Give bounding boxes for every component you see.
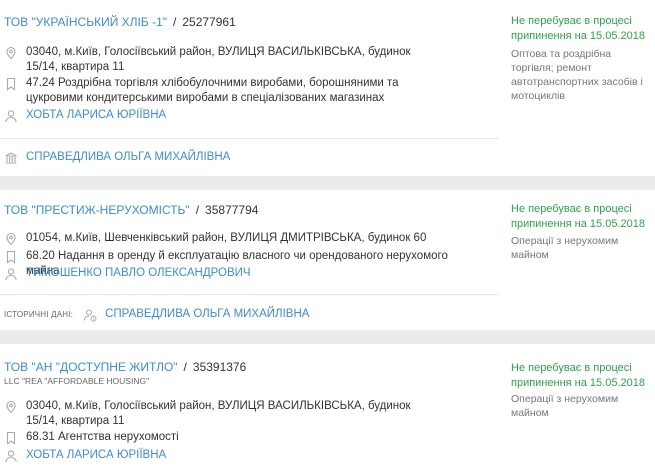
separator-slash: / [195,203,200,217]
card-separator [0,176,655,190]
bank-building-icon [5,151,17,164]
english-name: LLC "REA "AFFORDABLE HOUSING" [4,376,150,386]
company-name-link[interactable]: ТОВ "ПРЕСТИЖ-НЕРУХОМІСТЬ" [4,203,190,217]
historical-row: ІСТОРИЧНІ ДАНІ: СПРАВЕДЛИВА ОЛЬГА МИХАЙЛ… [4,307,309,322]
separator-slash: / [173,15,177,29]
head-person-link[interactable]: ХОБТА ЛАРИСА ЮРІЇВНА [26,108,166,123]
card-separator [0,330,655,344]
location-pin-icon [6,400,16,414]
address-row: 03040, м.Київ, Голосіївський район, ВУЛИ… [4,399,434,429]
address-row: 01054, м.Київ, Шевченківський район, ВУЛ… [4,231,484,246]
activity-text: Оптова та роздрібна торгівля; ремонт авт… [511,48,643,102]
bookmark-icon [6,77,16,91]
company-title: ТОВ "УКРАЇНСЬКИЙ ХЛІБ -1" / 25277961 [4,15,236,29]
address-text: 03040, м.Київ, Голосіївський район, ВУЛИ… [26,46,411,73]
company-code: 35391376 [192,360,247,374]
person-icon [5,450,17,463]
company-card: ТОВ "АН "ДОСТУПНЕ ЖИТЛО" / 35391376 LLC "R… [0,344,655,469]
bookmark-icon [6,431,16,445]
founder-person-link[interactable]: СПРАВЕДЛИВА ОЛЬГА МИХАЙЛІВНА [26,150,230,165]
address-text: 01054, м.Київ, Шевченківський район, ВУЛ… [26,232,427,244]
head-person-link[interactable]: ХОБТА ЛАРИСА ЮРІЇВНА [26,448,166,463]
person-icon [5,110,17,123]
address-text: 03040, м.Київ, Голосіївський район, ВУЛИ… [26,400,411,427]
historical-person-link[interactable]: СПРАВЕДЛИВА ОЛЬГА МИХАЙЛІВНА [105,307,309,322]
kved-row: 68.31 Агентства нерухомості [4,430,434,445]
historical-label: ІСТОРИЧНІ ДАНІ: [4,310,74,319]
activity-text: Операції з нерухомим майном [511,235,619,261]
bookmark-icon [6,250,16,264]
kved-row: 47.24 Роздрібна торгівля хлібобулочними … [4,76,434,106]
company-card: ТОВ "УКРАЇНСЬКИЙ ХЛІБ -1" / 25277961 03040… [0,0,655,176]
head-person-link[interactable]: ТИМОШЕНКО ПАВЛО ОЛЕКСАНДРОВИЧ [26,266,251,281]
company-title: ТОВ "ПРЕСТИЖ-НЕРУХОМІСТЬ" / 35877794 [4,203,258,217]
person-history-icon [84,308,97,321]
address-row: 03040, м.Київ, Голосіївський район, ВУЛИ… [4,45,434,75]
head-row: ТИМОШЕНКО ПАВЛО ОЛЕКСАНДРОВИЧ [4,266,251,281]
kved-text: 68.31 Агентства нерухомості [26,431,179,443]
company-title: ТОВ "АН "ДОСТУПНЕ ЖИТЛО" / 35391376 [4,360,246,374]
divider [0,138,498,139]
status-text: Не перебуває в процесі припинення на 15.… [511,362,645,389]
company-card: ТОВ "ПРЕСТИЖ-НЕРУХОМІСТЬ" / 35877794 01054… [0,190,655,330]
status-text: Не перебуває в процесі припинення на 15.… [511,203,645,230]
company-code: 35877794 [205,203,259,217]
kved-text: 47.24 Роздрібна торгівля хлібобулочними … [26,77,399,104]
company-code: 25277961 [182,15,236,29]
location-pin-icon [6,232,16,246]
company-name-link[interactable]: ТОВ "АН "ДОСТУПНЕ ЖИТЛО" [4,360,178,374]
separator-slash: / [183,360,187,374]
activity-text: Операції з нерухомим майном [511,393,619,419]
divider [0,294,498,295]
location-pin-icon [6,46,16,60]
head-row: ХОБТА ЛАРИСА ЮРІЇВНА [4,448,166,463]
company-name-link[interactable]: ТОВ "УКРАЇНСЬКИЙ ХЛІБ -1" [4,15,167,29]
status-text: Не перебуває в процесі припинення на 15.… [511,15,645,42]
person-icon [5,268,17,281]
head-row: ХОБТА ЛАРИСА ЮРІЇВНА [4,108,166,123]
founder-row: СПРАВЕДЛИВА ОЛЬГА МИХАЙЛІВНА [4,150,230,165]
